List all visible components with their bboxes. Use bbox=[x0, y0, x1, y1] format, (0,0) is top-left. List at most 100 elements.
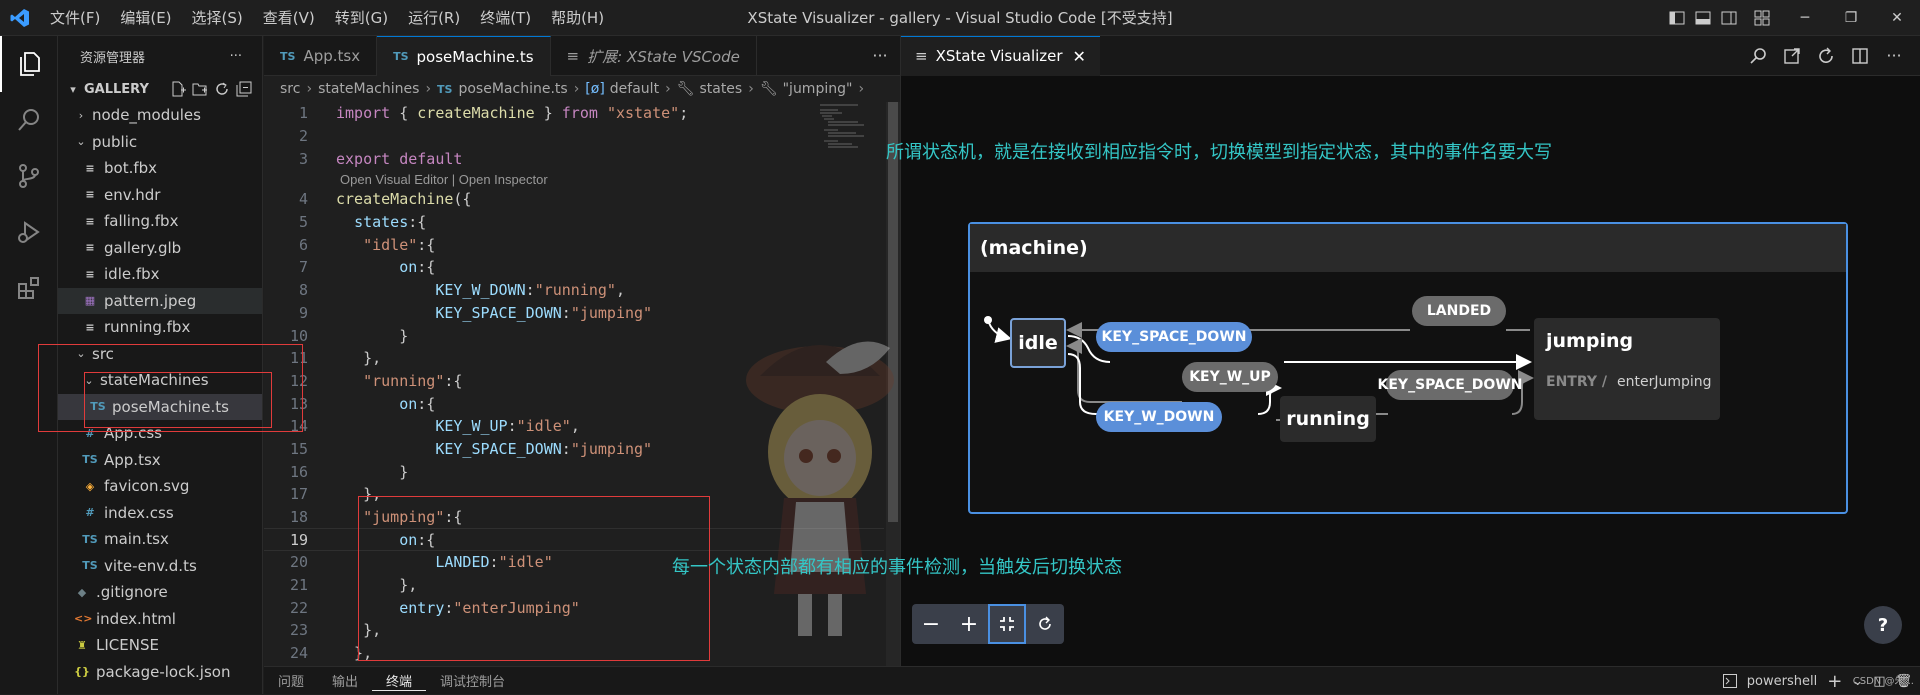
panel-tab-problems[interactable]: 问题 bbox=[264, 671, 318, 690]
chevron-right-icon: › bbox=[306, 81, 313, 97]
tree-file[interactable]: ▦ pattern.jpeg bbox=[58, 287, 262, 314]
event-key-w-down[interactable]: KEY_W_DOWN bbox=[1096, 402, 1222, 432]
explorer-more-icon[interactable]: ··· bbox=[230, 49, 242, 64]
state-running[interactable]: running bbox=[1280, 396, 1376, 442]
file-type-icon: {} bbox=[74, 665, 90, 679]
state-machine-diagram[interactable]: (machine) idle running jumping ENTRY / en… bbox=[968, 222, 1848, 514]
refresh-icon[interactable] bbox=[214, 81, 230, 97]
minimap[interactable] bbox=[818, 102, 882, 172]
tree-file[interactable]: # index.css bbox=[58, 500, 262, 527]
reset-view-button[interactable] bbox=[1026, 604, 1064, 644]
tree-item-label: package-lock.json bbox=[96, 662, 231, 681]
fit-to-view-button[interactable] bbox=[988, 604, 1026, 644]
new-file-icon[interactable] bbox=[170, 81, 186, 97]
panel-tab-debug-console[interactable]: 调试控制台 bbox=[426, 671, 519, 690]
code-text: KEY_SPACE_DOWN:"jumping" bbox=[435, 303, 653, 322]
vscode-logo-icon[interactable] bbox=[0, 0, 40, 36]
code-text: states:{ bbox=[354, 213, 427, 232]
tab-xstate-visualizer[interactable]: ≡ XState Visualizer ✕ bbox=[901, 35, 1100, 76]
event-idle-key-space-down[interactable]: KEY_SPACE_DOWN bbox=[1096, 322, 1252, 352]
tab-extension-xstate[interactable]: ≡ 扩展: XState VSCode bbox=[551, 36, 757, 76]
tree-file[interactable]: ≡ bot.fbx bbox=[58, 155, 262, 182]
breadcrumb-item[interactable]: poseMachine.ts bbox=[458, 81, 567, 97]
menu-go[interactable]: 转到(G) bbox=[325, 0, 398, 36]
toggle-secondary-sidebar-icon[interactable] bbox=[1716, 0, 1742, 36]
tree-file[interactable]: ◆ .gitignore bbox=[58, 579, 262, 606]
tab-app-tsx[interactable]: TS App.tsx bbox=[264, 36, 378, 76]
tab-posemachine-ts[interactable]: TS poseMachine.ts bbox=[377, 36, 551, 76]
tree-file[interactable]: {} package-lock.json bbox=[58, 659, 262, 686]
zoom-in-button[interactable]: + bbox=[950, 604, 988, 644]
breadcrumb-item[interactable]: states bbox=[699, 81, 742, 97]
panel-tab-output[interactable]: 输出 bbox=[318, 671, 372, 690]
source-control-icon[interactable] bbox=[0, 148, 58, 204]
tree-file[interactable]: ◈ favicon.svg bbox=[58, 473, 262, 500]
file-type-icon: ◈ bbox=[85, 479, 95, 493]
new-folder-icon[interactable] bbox=[192, 81, 208, 97]
tree-file[interactable]: ≡ env.hdr bbox=[58, 182, 262, 209]
collapse-all-icon[interactable] bbox=[236, 81, 252, 97]
tree-item-label: gallery.glb bbox=[104, 238, 182, 257]
explorer-icon[interactable] bbox=[0, 36, 58, 92]
tree-item-label: idle.fbx bbox=[104, 265, 160, 284]
tree-folder[interactable]: ⌄ public bbox=[58, 129, 262, 156]
terminal-shell-name[interactable]: powershell bbox=[1747, 674, 1817, 689]
event-key-w-up[interactable]: KEY_W_UP bbox=[1182, 362, 1278, 392]
search-icon[interactable] bbox=[1748, 46, 1768, 66]
split-editor-icon[interactable] bbox=[1850, 46, 1870, 66]
close-window-button[interactable]: ✕ bbox=[1874, 0, 1920, 36]
code-text: } bbox=[336, 326, 409, 345]
new-terminal-icon[interactable]: + bbox=[1827, 671, 1842, 692]
tree-file[interactable]: <> index.html bbox=[58, 606, 262, 633]
state-jumping[interactable]: jumping ENTRY / enterJumping bbox=[1534, 318, 1720, 420]
more-actions-icon[interactable]: ··· bbox=[860, 36, 900, 75]
toggle-panel-icon[interactable] bbox=[1690, 0, 1716, 36]
breadcrumb-item[interactable]: src bbox=[280, 81, 300, 97]
tree-folder[interactable]: › node_modules bbox=[58, 102, 262, 129]
tree-file[interactable]: TS main.tsx bbox=[58, 526, 262, 553]
tree-file[interactable]: ≡ gallery.glb bbox=[58, 235, 262, 262]
zoom-out-button[interactable]: − bbox=[912, 604, 950, 644]
toggle-sidebar-icon[interactable] bbox=[1664, 0, 1690, 36]
menu-view[interactable]: 查看(V) bbox=[253, 0, 325, 36]
tree-file[interactable]: ≡ running.fbx bbox=[58, 314, 262, 341]
file-type-icon: <> bbox=[74, 612, 93, 626]
tree-file[interactable]: ≡ falling.fbx bbox=[58, 208, 262, 235]
breadcrumb-item[interactable]: default bbox=[610, 81, 659, 97]
tree-item-label: vite-env.d.ts bbox=[104, 556, 197, 575]
menu-help[interactable]: 帮助(H) bbox=[541, 0, 614, 36]
extensions-icon[interactable] bbox=[0, 260, 58, 316]
more-actions-icon[interactable]: ··· bbox=[1884, 46, 1904, 66]
code-text: }, bbox=[336, 349, 382, 368]
panel-tab-terminal[interactable]: 终端 bbox=[372, 671, 427, 691]
state-idle[interactable]: idle bbox=[1010, 318, 1066, 368]
open-external-icon[interactable] bbox=[1782, 46, 1802, 66]
menu-run[interactable]: 运行(R) bbox=[398, 0, 470, 36]
tree-file[interactable]: TS App.tsx bbox=[58, 447, 262, 474]
code-text: KEY_W_DOWN:"running", bbox=[435, 281, 625, 300]
minimize-button[interactable]: ─ bbox=[1782, 0, 1828, 36]
run-debug-icon[interactable] bbox=[0, 204, 58, 260]
breadcrumb-item[interactable]: stateMachines bbox=[318, 81, 419, 97]
event-running-key-space-down[interactable]: KEY_SPACE_DOWN bbox=[1378, 370, 1522, 400]
tree-file[interactable]: TS vite-env.d.ts bbox=[58, 553, 262, 580]
menu-file[interactable]: 文件(F) bbox=[40, 0, 110, 36]
maximize-button[interactable]: ❐ bbox=[1828, 0, 1874, 36]
search-icon[interactable] bbox=[0, 92, 58, 148]
close-icon[interactable]: ✕ bbox=[1073, 47, 1086, 66]
menu-selection[interactable]: 选择(S) bbox=[182, 0, 253, 36]
workspace-section[interactable]: ▾ GALLERY bbox=[58, 76, 262, 102]
breadcrumb-item[interactable]: "jumping" bbox=[783, 81, 853, 97]
file-type-icon: TS bbox=[82, 559, 98, 573]
tree-file[interactable]: ♜ LICENSE bbox=[58, 632, 262, 659]
refresh-icon[interactable] bbox=[1816, 46, 1836, 66]
menu-terminal[interactable]: 终端(T) bbox=[470, 0, 541, 36]
fit-to-view-icon bbox=[1000, 617, 1014, 631]
event-landed[interactable]: LANDED bbox=[1412, 296, 1506, 326]
customize-layout-icon[interactable] bbox=[1742, 0, 1782, 36]
help-button[interactable]: ? bbox=[1864, 606, 1902, 644]
menu-bar: 文件(F) 编辑(E) 选择(S) 查看(V) 转到(G) 运行(R) 终端(T… bbox=[40, 0, 614, 36]
codelens-open-visual-editor[interactable]: Open Visual Editor | Open Inspector bbox=[264, 170, 884, 188]
tree-file[interactable]: ≡ idle.fbx bbox=[58, 261, 262, 288]
menu-edit[interactable]: 编辑(E) bbox=[110, 0, 181, 36]
